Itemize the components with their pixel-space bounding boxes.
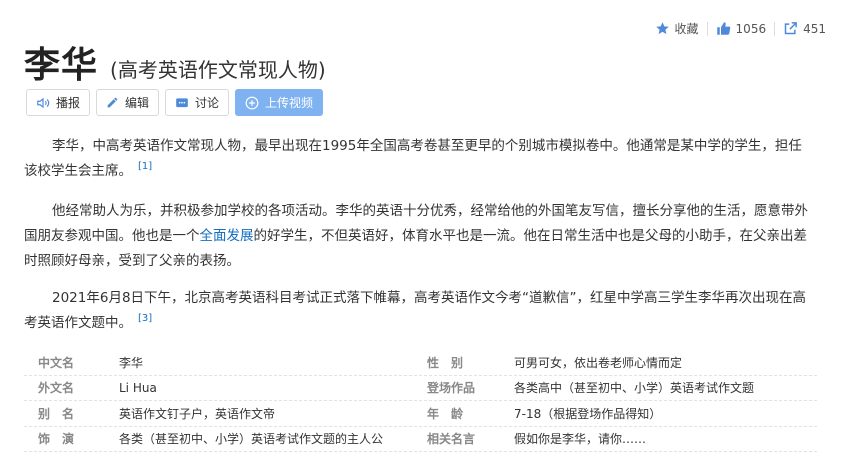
upload-video-button[interactable]: 上传视频 <box>235 89 324 116</box>
paragraph-text: 李华，中高考英语作文常现人物，最早出现在1995年全国高考卷甚至更早的个别城市模… <box>24 138 802 179</box>
quanmian-fazhan-link[interactable]: 全面发展 <box>200 228 254 244</box>
chat-icon <box>175 96 189 110</box>
info-value: 7-18（根据登场作品得知） <box>514 406 662 421</box>
info-value: 各类（甚至初中、小学）英语考试作文题的主人公 <box>119 432 384 447</box>
title-row: 李华 (高考英语作文常现人物) <box>24 36 326 88</box>
description-paragraph: 他经常助人为乐，并积极参加学校的各项活动。李华的英语十分优秀，经常给他的外国笔友… <box>24 199 814 274</box>
share-count: 451 <box>803 21 826 36</box>
upload-video-label: 上传视频 <box>265 96 314 110</box>
info-key: 登场作品 <box>427 381 476 396</box>
like-count: 1056 <box>735 21 767 36</box>
info-value: 可男可女，依出卷老师心情而定 <box>514 355 683 370</box>
intro-paragraph: 李华，中高考英语作文常现人物，最早出现在1995年全国高考卷甚至更早的个别城市模… <box>24 134 814 184</box>
news-paragraph: 2021年6月8日下午，北京高考英语科目考试正式落下帷幕，高考英语作文今考“道歉… <box>24 286 814 336</box>
like-button[interactable]: 1056 <box>708 21 775 36</box>
info-key: 中文名 <box>38 355 75 370</box>
info-row: 别 名 英语作文钉子户，英语作文帝 年 龄 7-18（根据登场作品得知） <box>24 401 817 427</box>
share-button[interactable]: 451 <box>775 21 834 36</box>
reference-link[interactable]: [3] <box>138 313 152 324</box>
star-icon <box>655 21 670 36</box>
favorite-label: 收藏 <box>674 22 699 36</box>
info-value: 英语作文钉子户，英语作文帝 <box>119 406 276 421</box>
info-value: 各类高中（甚至初中、小学）英语考试作文题 <box>514 381 755 396</box>
discuss-label: 讨论 <box>195 96 220 110</box>
info-key: 相关名言 <box>427 432 476 447</box>
speaker-icon <box>36 96 50 110</box>
info-key: 饰 演 <box>38 432 75 447</box>
share-icon <box>783 21 798 36</box>
favorite-button[interactable]: 收藏 <box>647 20 707 37</box>
info-value: 李华 <box>119 355 144 370</box>
reference-link[interactable]: [1] <box>138 161 152 172</box>
info-row: 外文名 Li Hua 登场作品 各类高中（甚至初中、小学）英语考试作文题 <box>24 376 817 401</box>
edit-button[interactable]: 编辑 <box>96 89 160 116</box>
info-value: Li Hua <box>119 380 157 395</box>
info-box: 中文名 李华 性 别 可男可女，依出卷老师心情而定 外文名 Li Hua 登场作… <box>24 350 817 452</box>
info-row: 中文名 李华 性 别 可男可女，依出卷老师心情而定 <box>24 350 817 376</box>
info-value: 假如你是李华，请你…… <box>514 432 647 447</box>
broadcast-button[interactable]: 播报 <box>26 89 91 116</box>
info-key: 年 龄 <box>427 406 464 421</box>
plus-circle-icon <box>245 96 259 110</box>
info-key: 性 别 <box>427 355 464 370</box>
page-title: 李华 <box>24 45 99 86</box>
action-toolbar: 播报 编辑 讨论 上传视频 <box>26 89 324 116</box>
edit-label: 编辑 <box>125 96 150 110</box>
info-key: 外文名 <box>38 381 75 396</box>
discuss-button[interactable]: 讨论 <box>165 89 230 116</box>
thumbs-up-icon <box>716 21 731 36</box>
top-actions: 收藏 1056 451 <box>647 20 834 37</box>
info-key: 别 名 <box>38 406 75 421</box>
page-subtitle: (高考英语作文常现人物) <box>110 58 326 82</box>
broadcast-label: 播报 <box>56 96 81 110</box>
info-row: 饰 演 各类（甚至初中、小学）英语考试作文题的主人公 相关名言 假如你是李华，请… <box>24 427 817 452</box>
pencil-icon <box>106 96 119 109</box>
paragraph-text: 2021年6月8日下午，北京高考英语科目考试正式落下帷幕，高考英语作文今考“道歉… <box>24 290 807 331</box>
